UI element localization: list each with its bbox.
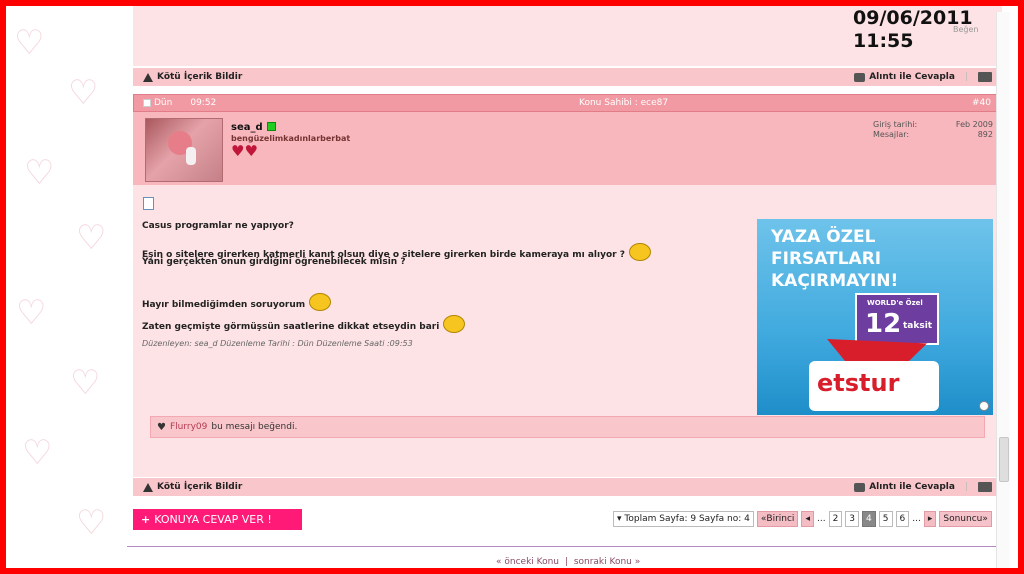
- post-text-line: Zaten geçmişte görmüşsün saatlerine dikk…: [142, 315, 466, 333]
- page-button-2[interactable]: 2: [828, 511, 843, 527]
- prev-page-button[interactable]: ◂: [801, 511, 814, 527]
- post-date: Dün: [154, 98, 173, 108]
- smiley-icon: [443, 315, 466, 333]
- multi-quote-icon[interactable]: [978, 72, 992, 82]
- next-topic-link[interactable]: sonraki Konu »: [574, 557, 640, 567]
- heart-icon: ♥: [157, 421, 166, 433]
- heart-icon: ♡: [70, 363, 101, 403]
- avatar[interactable]: [145, 118, 223, 182]
- smiley-icon: [628, 243, 651, 261]
- hearts-rank-icon: ♥♥: [231, 142, 258, 160]
- previous-topic-link[interactable]: « önceki Konu: [496, 557, 559, 567]
- topic-navigation: « önceki Konu | sonraki Konu »: [496, 557, 640, 567]
- document-icon: [143, 197, 154, 210]
- post-text-line: Yani gerçekten onun girdiğini öğrenebile…: [142, 257, 406, 267]
- advertisement-banner[interactable]: YAZA ÖZEL FIRSATLARI KAÇIRMAYIN! WORLD'e…: [757, 219, 993, 415]
- likes-bar: ♥ Flurry09 bu mesajı beğendi.: [150, 416, 985, 438]
- post-action-bar-bottom: Kötü İçerik Bildir Alıntı ile Cevapla |: [133, 478, 1002, 496]
- heart-icon: ♡: [24, 153, 55, 193]
- next-page-button[interactable]: ▸: [923, 511, 937, 527]
- quote-icon: [854, 72, 866, 82]
- heart-icon: ♡: [14, 23, 45, 63]
- quote-reply-link[interactable]: Alıntı ile Cevapla: [869, 482, 955, 492]
- footer-divider: [127, 546, 1002, 547]
- page-summary-text: Toplam Sayfa: 9 Sayfa no: 4: [624, 514, 750, 524]
- join-date-value: Feb 2009: [955, 120, 993, 129]
- post-checkbox[interactable]: [143, 99, 151, 107]
- page-button-3[interactable]: 3: [845, 511, 860, 527]
- multi-quote-icon[interactable]: [978, 482, 992, 492]
- vertical-scrollbar[interactable]: [996, 12, 1010, 568]
- last-page-label: Sonuncu: [943, 514, 983, 524]
- post-text-line: Hayır bilmediğimden soruyorum: [142, 293, 332, 311]
- smiley-icon: [309, 293, 332, 311]
- quote-reply-link[interactable]: Alıntı ile Cevapla: [869, 72, 955, 82]
- first-page-label: Birinci: [766, 514, 795, 524]
- ad-logo-text: etstur: [817, 369, 900, 397]
- reply-to-topic-button[interactable]: + KONUYA CEVAP VER !: [133, 509, 302, 530]
- page-button-5[interactable]: 5: [878, 511, 893, 527]
- reply-button-label: KONUYA CEVAP VER !: [154, 513, 272, 526]
- message-count-value: 892: [977, 130, 993, 139]
- topic-owner-label: Konu Sahibi : ece87: [579, 98, 669, 108]
- edit-info: Düzenleyen: sea_d Düzenleme Tarihi : Dün…: [142, 339, 413, 348]
- post-time: 09:52: [190, 98, 217, 108]
- quote-icon: [854, 482, 866, 492]
- last-page-button[interactable]: Sonuncu»: [939, 511, 992, 527]
- plus-icon: +: [141, 513, 151, 526]
- heart-icon: ♡: [76, 218, 107, 258]
- avatar-figure: [186, 147, 196, 165]
- post-action-bar-top: Kötü İçerik Bildir Alıntı ile Cevapla |: [133, 68, 1002, 86]
- left-heart-background: ♡ ♡ ♡ ♡ ♡ ♡ ♡ ♡: [6, 6, 128, 568]
- pager-ellipsis: ...: [912, 514, 921, 524]
- first-page-button[interactable]: «Birinci: [756, 511, 799, 527]
- message-count-label: Mesajlar:: [873, 130, 910, 139]
- post-text-line: Casus programlar ne yapıyor?: [142, 221, 294, 231]
- username-link[interactable]: sea_d: [231, 122, 263, 133]
- ad-headline: KAÇIRMAYIN!: [771, 271, 899, 291]
- likes-text: bu mesajı beğendi.: [211, 422, 298, 432]
- scrollbar-thumb[interactable]: [999, 437, 1009, 482]
- heart-icon: ♡: [76, 503, 107, 543]
- separator: |: [964, 72, 968, 82]
- heart-icon: ♡: [16, 293, 47, 333]
- current-page-4: 4: [862, 511, 876, 527]
- ad-world-label: WORLD'e Özel: [867, 299, 923, 307]
- username-container: sea_d: [231, 122, 276, 133]
- post-header: Dün 09:52 Konu Sahibi : ece87 #40: [133, 94, 1002, 112]
- warning-icon: [143, 482, 153, 492]
- heart-icon: ♡: [22, 433, 53, 473]
- double-chevron-right-icon: »: [982, 514, 988, 524]
- report-content-link[interactable]: Kötü İçerik Bildir: [157, 482, 242, 492]
- nav-separator: |: [564, 557, 568, 567]
- warning-icon: [143, 72, 153, 82]
- report-content-link[interactable]: Kötü İçerik Bildir: [157, 72, 242, 82]
- online-status-icon: [266, 122, 276, 131]
- screenshot-frame: ♡ ♡ ♡ ♡ ♡ ♡ ♡ ♡ ♡ ♡ ♡ ♡ ♡ ♡ ♡ 09/06/2011…: [0, 0, 1024, 574]
- ad-offer-box: WORLD'e Özel 12 taksit: [855, 293, 939, 345]
- ad-taksit-label: taksit: [903, 321, 933, 331]
- pager-ellipsis: ...: [816, 514, 826, 524]
- ad-number: 12: [865, 309, 902, 339]
- join-date-label: Giriş tarihi:: [873, 120, 918, 129]
- separator: |: [964, 482, 968, 492]
- ad-headline: FIRSATLARI: [771, 249, 882, 269]
- pagination: ▾ Toplam Sayfa: 9 Sayfa no: 4 «Birinci ◂…: [613, 511, 992, 527]
- forum-content: 09/06/2011 11:55 Beğen Kötü İçerik Bildi…: [127, 6, 1008, 568]
- ad-info-icon[interactable]: [979, 401, 989, 411]
- user-info-area: sea_d bengüzelimkadınlarberbat ♥♥ Giriş …: [133, 112, 1002, 185]
- heart-icon: ♡: [68, 73, 99, 113]
- liker-username-link[interactable]: Flurry09: [170, 422, 207, 432]
- post-number-link[interactable]: #40: [972, 98, 991, 108]
- post-text-line: Hayır bilmediğimden soruyorum: [142, 300, 306, 310]
- ad-headline: YAZA ÖZEL: [771, 227, 876, 247]
- page-button-6[interactable]: 6: [895, 511, 910, 527]
- like-link[interactable]: Beğen: [953, 25, 978, 34]
- ad-logo: etstur: [809, 361, 939, 411]
- page-summary-dropdown[interactable]: ▾ Toplam Sayfa: 9 Sayfa no: 4: [613, 511, 754, 527]
- chevron-down-icon: ▾: [617, 514, 622, 524]
- post-text-line: Zaten geçmişte görmüşsün saatlerine dikk…: [142, 322, 440, 332]
